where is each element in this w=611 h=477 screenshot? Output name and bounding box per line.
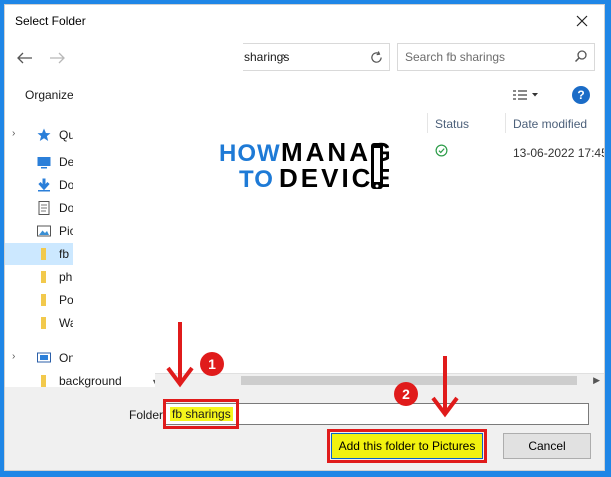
- refresh-icon: [370, 50, 382, 63]
- scroll-right-icon[interactable]: ▶: [593, 375, 600, 386]
- nav-item-label: fb: [59, 247, 70, 261]
- dialog-title: Select Folder: [15, 14, 86, 28]
- file-date-modified: 13-06-2022 17:45: [513, 146, 605, 160]
- nav-item-label: background: [59, 374, 122, 388]
- folder-icon: [37, 270, 51, 284]
- folder-icon: [37, 293, 51, 307]
- chevron-right-icon[interactable]: ›: [12, 351, 15, 362]
- button-highlight-box: [327, 429, 487, 463]
- select-folder-dialog: Select Folder sharings › Search fb shari…: [4, 4, 605, 471]
- horizontal-scrollbar[interactable]: ▶: [155, 373, 604, 388]
- address-chevron-icon[interactable]: ›: [282, 49, 286, 63]
- folder-icon: [37, 374, 51, 388]
- organize-menu[interactable]: Organize: [25, 88, 74, 102]
- onedrive-icon: [37, 351, 51, 365]
- folder-highlight-box: [163, 399, 239, 429]
- search-input[interactable]: Search fb sharings: [397, 43, 595, 71]
- logo-to: TO: [239, 166, 274, 193]
- pictures-icon: [37, 224, 51, 238]
- nav-item-background[interactable]: background: [5, 370, 155, 392]
- nav-item-label: Po: [59, 293, 74, 307]
- back-arrow-icon[interactable]: [15, 48, 35, 68]
- dropdown-arrow-icon: [532, 93, 538, 97]
- document-icon: [37, 201, 51, 215]
- howto-manage-devices-logo: HOW TO MANAGE DEVICES: [219, 135, 412, 195]
- column-divider[interactable]: [427, 113, 428, 133]
- folder-icon: [37, 316, 51, 330]
- view-options-button[interactable]: [513, 86, 545, 104]
- logo-how: HOW: [219, 140, 281, 167]
- search-icon[interactable]: [574, 49, 588, 66]
- arrow-down-icon: [166, 322, 194, 388]
- overlay-panel: [73, 41, 243, 371]
- help-icon[interactable]: ?: [572, 86, 590, 104]
- column-divider[interactable]: [505, 113, 506, 133]
- cancel-button[interactable]: Cancel: [503, 433, 591, 459]
- refresh-button[interactable]: [363, 43, 390, 71]
- details-view-icon: [513, 90, 527, 100]
- check-circle-icon: [435, 144, 448, 160]
- column-header-status[interactable]: Status: [435, 117, 469, 131]
- chevron-right-icon[interactable]: ›: [12, 128, 15, 139]
- folder-label: Folder:: [129, 408, 167, 422]
- folder-icon: [37, 247, 51, 261]
- download-icon: [37, 178, 51, 192]
- column-header-date-modified[interactable]: Date modified: [513, 117, 587, 131]
- step-badge-2: 2: [394, 382, 418, 406]
- forward-arrow-icon[interactable]: [47, 48, 67, 68]
- step-badge-1: 1: [200, 352, 224, 376]
- arrow-down-icon: [431, 356, 459, 418]
- title-bar: Select Folder: [5, 5, 604, 37]
- desktop-icon: [37, 155, 51, 169]
- nav-item-label: ph: [59, 270, 73, 284]
- close-icon[interactable]: [572, 11, 592, 31]
- search-placeholder: Search fb sharings: [405, 50, 506, 64]
- star-icon: [37, 128, 51, 142]
